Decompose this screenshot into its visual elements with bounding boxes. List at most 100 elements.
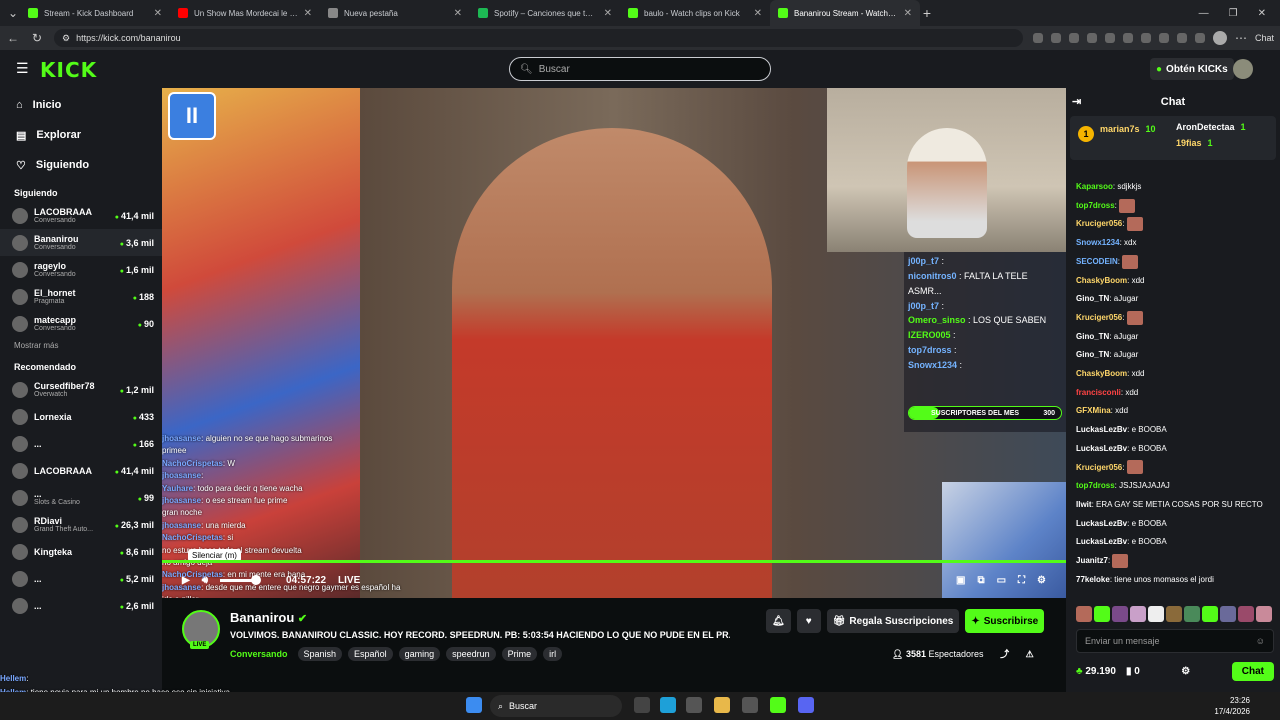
nav-item-explorar[interactable]: ▤ Explorar [0,120,162,150]
discord-icon[interactable] [798,697,814,713]
url-field[interactable]: ⚙ https://kick.com/bananirou [54,29,1023,47]
category-link[interactable]: Conversando [230,649,288,659]
chat-username[interactable]: ChaskyBoom [1076,276,1127,285]
show-more-link[interactable]: Mostrar más [0,337,162,354]
file-explorer-icon[interactable] [714,697,730,713]
chat-username[interactable]: top7dross [1076,481,1115,490]
browser-tab[interactable]: Spotify – Canciones que te gustan ✕ [470,0,620,26]
nav-item-siguiendo[interactable]: ♡ Siguiendo [0,150,162,180]
sidebar-channel[interactable]: Lornexia 433 [0,403,162,430]
sidebar-channel[interactable]: LACOBRAAAConversando 41,4 mil [0,202,162,229]
sidebar-channel[interactable]: Kingteka 8,6 mil [0,538,162,565]
browser-tab[interactable]: Stream - Kick Dashboard ✕ [20,0,170,26]
browser-tab[interactable]: baulo - Watch clips on Kick ✕ [620,0,770,26]
sidebar-channel[interactable]: matecappConversando 90 [0,310,162,337]
minimize-icon[interactable]: — [1199,8,1209,19]
browser-chat-button[interactable]: Chat [1255,33,1274,43]
chat-username[interactable]: top7dross [1076,201,1115,210]
extension-icon[interactable] [1032,33,1043,43]
top-gifter[interactable]: AronDetectaa 1 [1176,122,1246,132]
hamburger-menu-icon[interactable]: ☰ [16,60,29,77]
fullscreen-icon[interactable]: ⛶ [1018,575,1025,586]
menu-dots-icon[interactable]: ⋯ [1235,31,1247,45]
emote-icon[interactable] [1076,606,1092,622]
extension-icon[interactable] [1176,33,1187,43]
clip-icon[interactable]: ⧉ [977,575,984,586]
tab-close-icon[interactable]: ✕ [904,8,912,19]
app-icon[interactable] [742,697,758,713]
play-icon[interactable]: ▶ [182,575,190,586]
chat-input[interactable]: Enviar un mensaje ☺ [1076,629,1274,653]
emote-icon[interactable] [1184,606,1200,622]
back-icon[interactable]: ← [6,31,20,45]
edge-icon[interactable] [660,697,676,713]
chat-username[interactable]: LuckasLezBv [1076,537,1127,546]
chat-username[interactable]: Kruciger056 [1076,313,1122,322]
sidebar-channel[interactable]: ... 166 [0,430,162,457]
browser-tab[interactable]: Bananirou Stream - Watch Live on ✕ [770,0,920,26]
stream-tag[interactable]: gaming [398,647,441,661]
get-kicks-button[interactable]: ● Obtén KICKs [1150,58,1234,80]
settings-gear-icon[interactable]: ⚙ [1037,575,1046,586]
chat-username[interactable]: Kruciger056 [1076,219,1122,228]
stream-tag[interactable]: Spanish [297,647,343,661]
app-icon[interactable] [686,697,702,713]
follow-heart-button[interactable]: ♥ [796,609,821,633]
progress-bar[interactable] [162,560,1066,563]
extension-icon[interactable] [1086,33,1097,43]
close-icon[interactable]: ✕ [1258,8,1266,19]
tab-list-icon[interactable]: ⌄ [6,6,20,20]
search-input[interactable]: 🔍︎ Buscar [509,57,771,81]
profile-avatar[interactable] [1212,31,1227,45]
emote-icon[interactable] [1202,606,1218,622]
browser-tab[interactable]: Un Show Mas Mordecai le enseña ✕ [170,0,320,26]
top-gifter[interactable]: 19fias 1 [1176,138,1213,148]
sidebar-channel[interactable]: LACOBRAAA 41,4 mil [0,457,162,484]
nav-item-inicio[interactable]: ⌂ Inicio [0,90,162,120]
tab-close-icon[interactable]: ✕ [754,8,762,19]
kicks-balance[interactable]: ▮ 0 [1126,666,1140,677]
report-icon[interactable]: ⚠ [1026,649,1034,659]
chat-username[interactable]: Kruciger056 [1076,463,1122,472]
emote-icon[interactable] [1094,606,1110,622]
chat-username[interactable]: GFXMina [1076,406,1111,415]
app-icon[interactable] [770,697,786,713]
tab-close-icon[interactable]: ✕ [154,8,162,19]
volume-knob[interactable] [251,574,262,585]
sidebar-channel[interactable]: ... 5,2 mil [0,565,162,592]
sidebar-channel[interactable]: RDiaviGrand Theft Auto... 26,3 mil [0,511,162,538]
pip-icon[interactable]: ▣ [956,575,965,586]
emote-icon[interactable] [1238,606,1254,622]
send-chat-button[interactable]: Chat [1231,661,1274,681]
browser-tab[interactable]: Nueva pestaña ✕ [320,0,470,26]
chat-username[interactable]: ChaskyBoom [1076,369,1127,378]
stream-tag[interactable]: Español [348,647,393,661]
chat-username[interactable]: Snowx1234 [1076,238,1120,247]
taskbar-search[interactable]: ⌕ Buscar [490,695,622,717]
sidebar-channel[interactable]: rageyloConversando 1,6 mil [0,256,162,283]
windows-start-icon[interactable] [466,697,482,713]
volume-slider[interactable] [220,574,262,585]
live-indicator[interactable]: LIVE [338,575,360,586]
chat-username[interactable]: LuckasLezBv [1076,444,1127,453]
top-gifter[interactable]: marian7s 10 [1100,124,1156,134]
sidebar-channel[interactable]: Cursedfiber78Overwatch 1,2 mil [0,376,162,403]
extension-icon[interactable] [1122,33,1133,43]
sidebar-channel[interactable]: ...Slots & Casino 99 [0,484,162,511]
stream-tag[interactable]: Prime [501,647,538,661]
volume-icon[interactable]: 🔊︎ [202,575,208,586]
chat-username[interactable]: Juanitz7 [1076,556,1108,565]
stream-tag[interactable]: speedrun [446,647,496,661]
collapse-chat-icon[interactable]: ⇥ [1072,95,1081,108]
reload-icon[interactable]: ↻ [30,31,44,45]
task-view-icon[interactable] [634,697,650,713]
video-player[interactable]: II j00p_t7 : niconitros0 : FALTA LA TELE… [162,88,1066,598]
chat-username[interactable]: Gino_TN [1076,294,1109,303]
notification-bell-button[interactable]: 🔔︎ [766,609,791,633]
extension-icon[interactable] [1050,33,1061,43]
emote-icon[interactable] [1130,606,1146,622]
gift-subs-button[interactable]: 🎁︎ Regala Suscripciones [826,609,960,633]
chat-username[interactable]: francisconli [1076,388,1121,397]
emote-icon[interactable] [1220,606,1236,622]
tab-close-icon[interactable]: ✕ [604,8,612,19]
